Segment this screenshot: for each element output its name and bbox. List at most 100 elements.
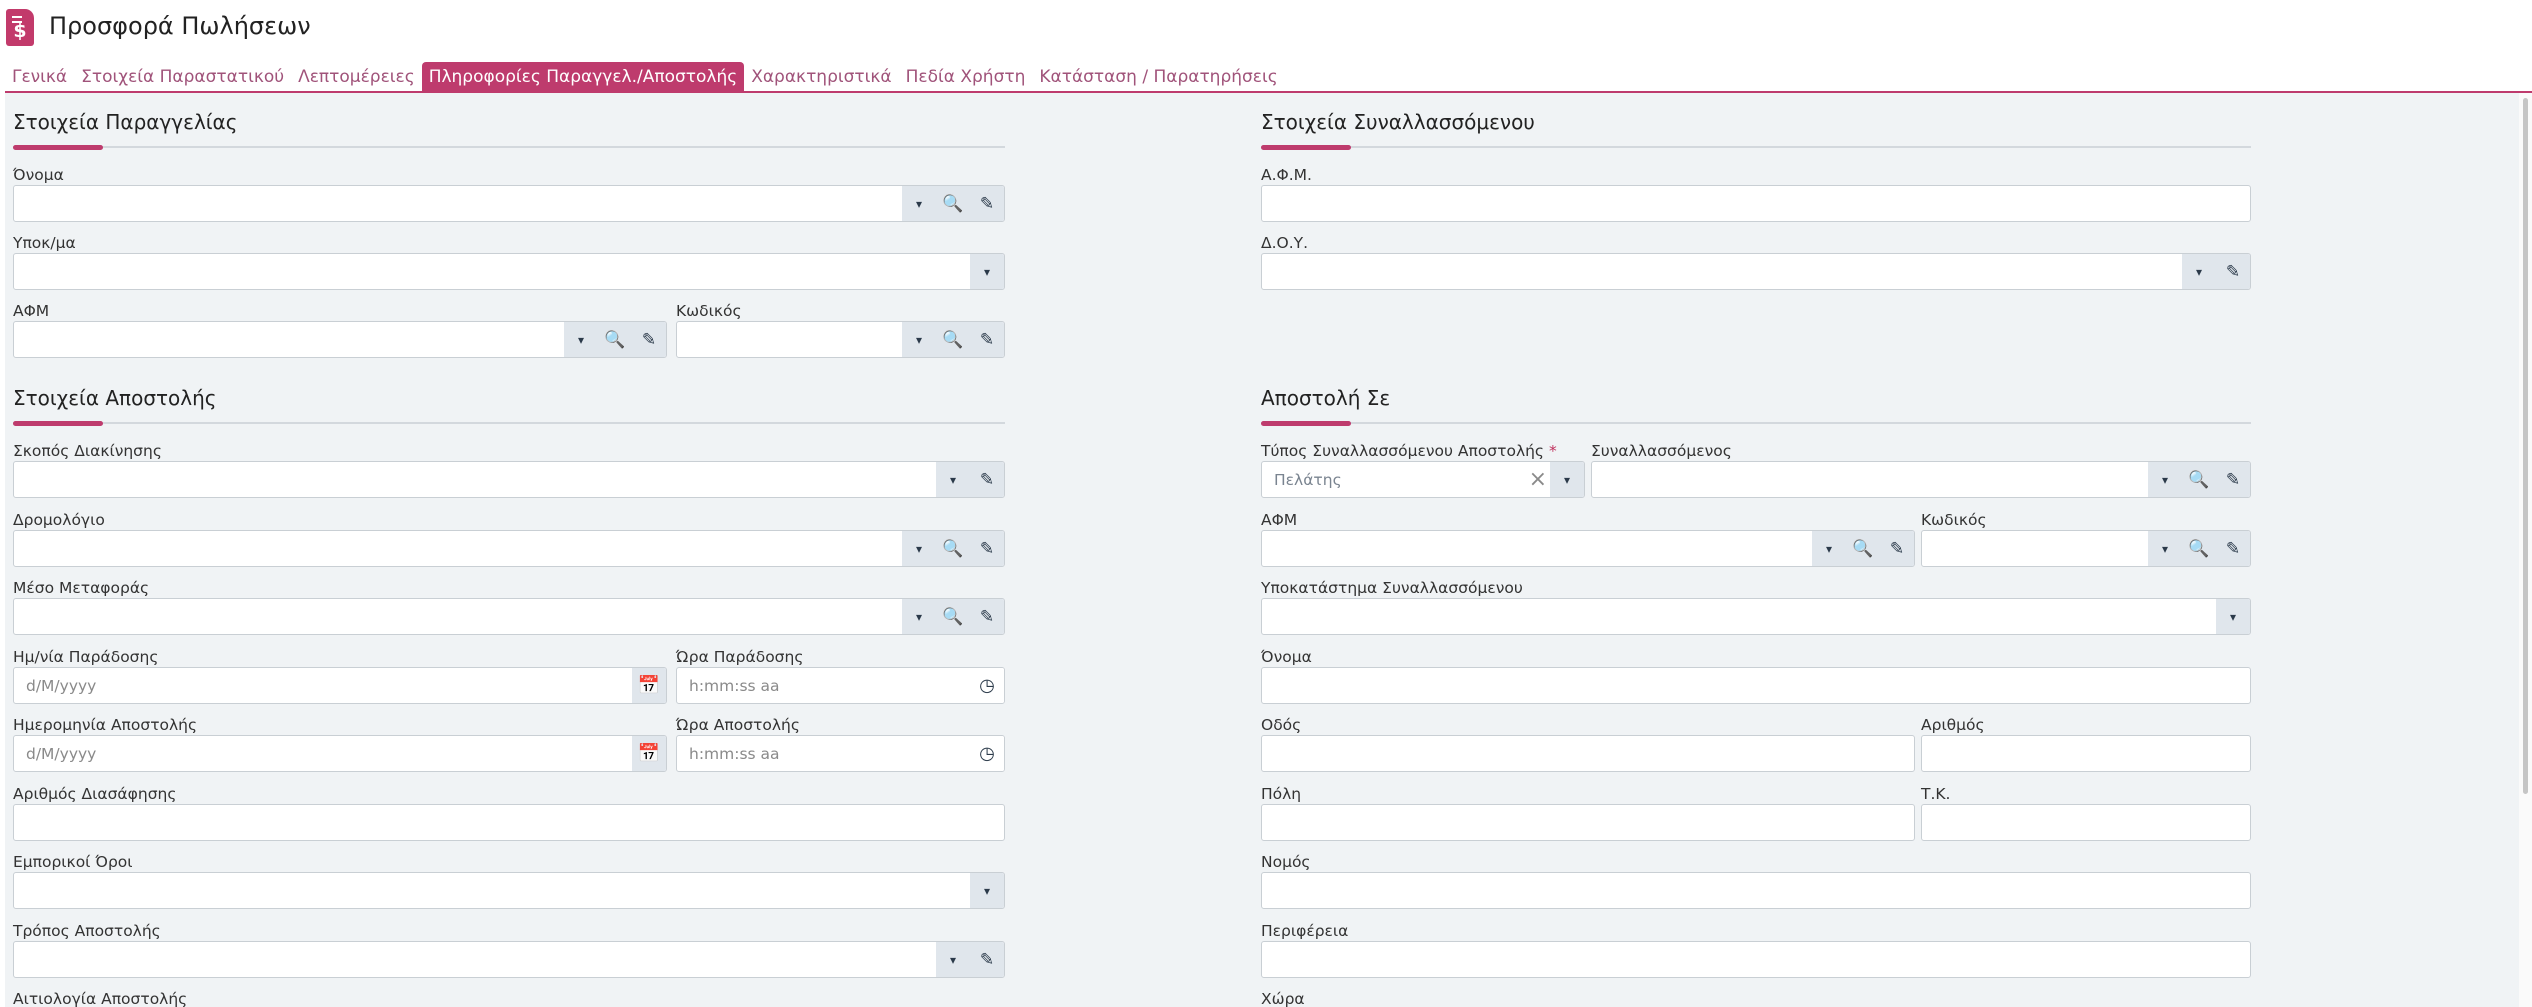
clock-icon[interactable]: ◷ xyxy=(970,668,1004,703)
chevron-down-icon[interactable]: ▾ xyxy=(2148,462,2182,497)
order-branch-label: Υποκ/μα xyxy=(13,234,76,252)
tab-document-details[interactable]: Στοιχεία Παραστατικού xyxy=(74,62,291,91)
search-icon[interactable]: 🔍 xyxy=(936,531,970,566)
chevron-down-icon[interactable]: ▾ xyxy=(564,322,598,357)
scrollbar-thumb[interactable] xyxy=(2523,98,2528,794)
search-icon[interactable]: 🔍 xyxy=(936,322,970,357)
pencil-icon[interactable]: ✎ xyxy=(970,322,1004,357)
trader-vat-field[interactable] xyxy=(1261,185,2251,222)
pencil-icon[interactable]: ✎ xyxy=(1880,531,1914,566)
chevron-down-icon[interactable]: ▾ xyxy=(936,942,970,977)
trader-type-label: Τύπος Συναλλασσόμενου Αποστολής * xyxy=(1261,442,1557,460)
purpose-field[interactable]: ▾ ✎ xyxy=(13,461,1005,498)
search-icon[interactable]: 🔍 xyxy=(598,322,632,357)
pencil-icon[interactable]: ✎ xyxy=(970,531,1004,566)
ship-time-field[interactable]: h:mm:ss aa ◷ xyxy=(676,735,1005,772)
chevron-down-icon[interactable]: ▾ xyxy=(2182,254,2216,289)
ship-to-name-field[interactable] xyxy=(1261,667,2251,704)
street-label: Οδός xyxy=(1261,716,1302,734)
zip-field[interactable] xyxy=(1921,804,2251,841)
trader-label: Συναλλασσόμενος xyxy=(1591,442,1732,460)
search-icon[interactable]: 🔍 xyxy=(936,186,970,221)
transport-label: Μέσο Μεταφοράς xyxy=(13,579,150,597)
chevron-down-icon[interactable]: ▾ xyxy=(2148,531,2182,566)
street-number-field[interactable] xyxy=(1921,735,2251,772)
trader-branch-field[interactable]: ▾ xyxy=(1261,598,2251,635)
pencil-icon[interactable]: ✎ xyxy=(2216,531,2250,566)
order-code-field[interactable]: ▾ 🔍 ✎ xyxy=(676,321,1005,358)
order-name-field[interactable]: ▾ 🔍 ✎ xyxy=(13,185,1005,222)
delivery-date-field[interactable]: d/M/yyyy 📅 xyxy=(13,667,667,704)
search-icon[interactable]: 🔍 xyxy=(2182,462,2216,497)
ship-to-code-field[interactable]: ▾ 🔍 ✎ xyxy=(1921,530,2251,567)
method-field[interactable]: ▾ ✎ xyxy=(13,941,1005,978)
pencil-icon[interactable]: ✎ xyxy=(632,322,666,357)
ship-date-field[interactable]: d/M/yyyy 📅 xyxy=(13,735,667,772)
transport-field[interactable]: ▾ 🔍 ✎ xyxy=(13,598,1005,635)
form-panel: Στοιχεία Παραγγελίας Όνομα ▾ 🔍 ✎ Υποκ/μα… xyxy=(5,93,2519,1007)
tab-status-notes[interactable]: Κατάσταση / Παρατηρήσεις xyxy=(1032,62,1284,91)
route-field[interactable]: ▾ 🔍 ✎ xyxy=(13,530,1005,567)
trader-vat-label: Α.Φ.Μ. xyxy=(1261,166,1312,184)
tax-office-label: Δ.Ο.Υ. xyxy=(1261,234,1309,252)
order-vat-label: ΑΦΜ xyxy=(13,302,50,320)
chevron-down-icon[interactable]: ▾ xyxy=(902,186,936,221)
purpose-label: Σκοπός Διακίνησης xyxy=(13,442,162,460)
chevron-down-icon[interactable]: ▾ xyxy=(2216,599,2250,634)
tab-order-shipping-info[interactable]: Πληροφορίες Παραγγελ./Αποστολής xyxy=(421,62,745,91)
trader-type-value: Πελάτης xyxy=(1274,471,1342,489)
order-vat-field[interactable]: ▾ 🔍 ✎ xyxy=(13,321,667,358)
trader-type-select[interactable]: Πελάτης × ▾ xyxy=(1261,461,1585,498)
section-divider xyxy=(1261,146,2251,148)
chevron-down-icon[interactable]: ▾ xyxy=(902,531,936,566)
tab-user-fields[interactable]: Πεδία Χρήστη xyxy=(899,62,1033,91)
search-icon[interactable]: 🔍 xyxy=(936,599,970,634)
declaration-field[interactable] xyxy=(13,804,1005,841)
chevron-down-icon[interactable]: ▾ xyxy=(1550,462,1584,497)
country-label: Χώρα xyxy=(1261,990,1305,1007)
ship-to-name-label: Όνομα xyxy=(1261,648,1312,666)
calendar-icon[interactable]: 📅 xyxy=(632,736,666,771)
tab-characteristics[interactable]: Χαρακτηριστικά xyxy=(744,62,898,91)
tab-line-details[interactable]: Λεπτομέρειες xyxy=(291,62,422,91)
clear-icon[interactable]: × xyxy=(1529,467,1547,492)
search-icon[interactable]: 🔍 xyxy=(1846,531,1880,566)
date-placeholder: d/M/yyyy xyxy=(26,745,97,763)
pencil-icon[interactable]: ✎ xyxy=(2216,462,2250,497)
chevron-down-icon[interactable]: ▾ xyxy=(936,462,970,497)
section-divider xyxy=(13,422,1005,424)
trader-branch-label: Υποκατάστημα Συναλλασσόμενου xyxy=(1261,579,1523,597)
trader-field[interactable]: ▾ 🔍 ✎ xyxy=(1591,461,2251,498)
delivery-date-label: Ημ/νία Παράδοσης xyxy=(13,648,159,666)
tax-office-field[interactable]: ▾ ✎ xyxy=(1261,253,2251,290)
time-placeholder: h:mm:ss aa xyxy=(689,677,780,695)
pencil-icon[interactable]: ✎ xyxy=(2216,254,2250,289)
chevron-down-icon[interactable]: ▾ xyxy=(902,322,936,357)
search-icon[interactable]: 🔍 xyxy=(2182,531,2216,566)
prefecture-label: Νομός xyxy=(1261,853,1311,871)
order-branch-field[interactable]: ▾ xyxy=(13,253,1005,290)
pencil-icon[interactable]: ✎ xyxy=(970,462,1004,497)
ship-to-vat-field[interactable]: ▾ 🔍 ✎ xyxy=(1261,530,1915,567)
ship-to-section-title: Αποστολή Σε xyxy=(1261,386,1391,410)
prefecture-field[interactable] xyxy=(1261,872,2251,909)
tab-general[interactable]: Γενικά xyxy=(5,62,74,91)
terms-field[interactable]: ▾ xyxy=(13,872,1005,909)
pencil-icon[interactable]: ✎ xyxy=(970,186,1004,221)
city-field[interactable] xyxy=(1261,804,1915,841)
delivery-time-field[interactable]: h:mm:ss aa ◷ xyxy=(676,667,1005,704)
region-field[interactable] xyxy=(1261,941,2251,978)
pencil-icon[interactable]: ✎ xyxy=(970,942,1004,977)
ship-to-code-label: Κωδικός xyxy=(1921,511,1987,529)
ship-date-label: Ημερομηνία Αποστολής xyxy=(13,716,198,734)
pencil-icon[interactable]: ✎ xyxy=(970,599,1004,634)
chevron-down-icon[interactable]: ▾ xyxy=(970,254,1004,289)
chevron-down-icon[interactable]: ▾ xyxy=(902,599,936,634)
chevron-down-icon[interactable]: ▾ xyxy=(970,873,1004,908)
clock-icon[interactable]: ◷ xyxy=(970,736,1004,771)
ship-time-label: Ώρα Αποστολής xyxy=(676,716,800,734)
street-number-label: Αριθμός xyxy=(1921,716,1985,734)
street-field[interactable] xyxy=(1261,735,1915,772)
chevron-down-icon[interactable]: ▾ xyxy=(1812,531,1846,566)
calendar-icon[interactable]: 📅 xyxy=(632,668,666,703)
